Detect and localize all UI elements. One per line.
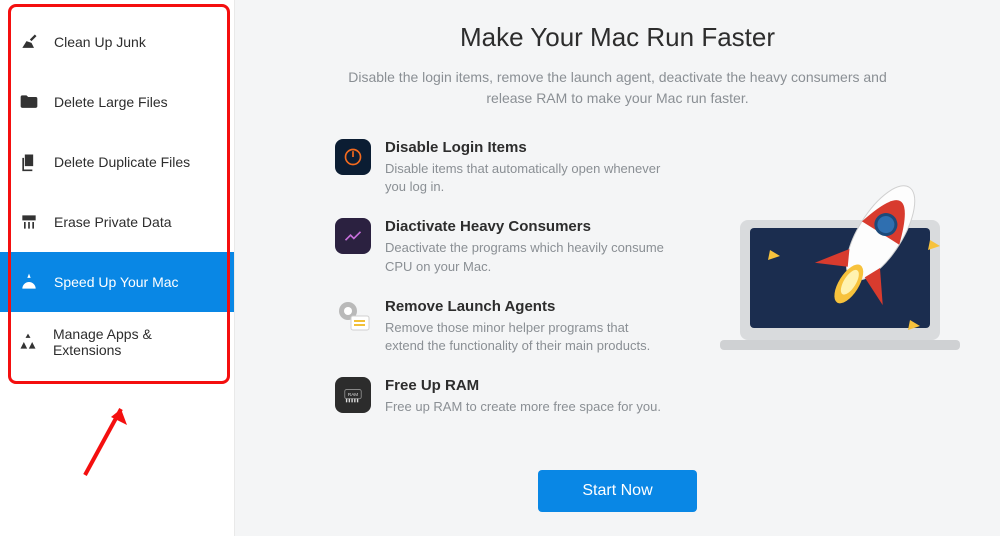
sidebar-item-manage-apps-extensions[interactable]: Manage Apps & Extensions [0, 312, 234, 372]
ram-chip-icon: RAM [335, 377, 371, 413]
feature-desc: Remove those minor helper programs that … [385, 319, 665, 355]
folder-icon [18, 91, 40, 113]
feature-remove-launch-agents: Remove Launch Agents Remove those minor … [335, 298, 665, 355]
start-now-button[interactable]: Start Now [538, 470, 696, 512]
feature-desc: Disable items that automatically open wh… [385, 160, 665, 196]
duplicate-icon [18, 151, 40, 173]
feature-free-up-ram: RAM Free Up RAM Free up RAM to create mo… [335, 377, 665, 416]
sidebar-item-label: Clean Up Junk [54, 34, 146, 50]
power-icon [335, 139, 371, 175]
feature-deactivate-heavy-consumers: Diactivate Heavy Consumers Deactivate th… [335, 218, 665, 275]
footer: Start Now [235, 460, 1000, 512]
feature-desc: Free up RAM to create more free space fo… [385, 398, 661, 416]
gear-list-icon [335, 298, 371, 334]
sidebar-item-label: Speed Up Your Mac [54, 274, 179, 290]
shredder-icon [18, 211, 40, 233]
page-title: Make Your Mac Run Faster [275, 22, 960, 53]
page-subtitle: Disable the login items, remove the laun… [338, 67, 898, 109]
feature-title: Diactivate Heavy Consumers [385, 218, 665, 235]
main-content: Make Your Mac Run Faster Disable the log… [235, 0, 1000, 536]
sidebar: Clean Up Junk Delete Large Files Delete … [0, 0, 235, 536]
sidebar-item-label: Delete Large Files [54, 94, 168, 110]
apps-icon [18, 331, 39, 353]
sidebar-item-speed-up-your-mac[interactable]: Speed Up Your Mac [0, 252, 234, 312]
broom-icon [18, 31, 40, 53]
sidebar-item-label: Erase Private Data [54, 214, 172, 230]
sidebar-item-erase-private-data[interactable]: Erase Private Data [0, 192, 234, 252]
sidebar-item-label: Delete Duplicate Files [54, 154, 190, 170]
feature-disable-login-items: Disable Login Items Disable items that a… [335, 139, 665, 196]
svg-text:RAM: RAM [348, 392, 358, 397]
feature-title: Disable Login Items [385, 139, 665, 156]
sidebar-item-clean-up-junk[interactable]: Clean Up Junk [0, 12, 234, 72]
sidebar-item-delete-duplicate-files[interactable]: Delete Duplicate Files [0, 132, 234, 192]
rocket-illustration [710, 160, 980, 380]
feature-desc: Deactivate the programs which heavily co… [385, 239, 665, 275]
sidebar-item-delete-large-files[interactable]: Delete Large Files [0, 72, 234, 132]
feature-list: Disable Login Items Disable items that a… [335, 139, 665, 438]
speed-icon [18, 271, 40, 293]
feature-title: Free Up RAM [385, 377, 661, 394]
sidebar-item-label: Manage Apps & Extensions [53, 326, 216, 358]
chart-icon [335, 218, 371, 254]
feature-title: Remove Launch Agents [385, 298, 665, 315]
